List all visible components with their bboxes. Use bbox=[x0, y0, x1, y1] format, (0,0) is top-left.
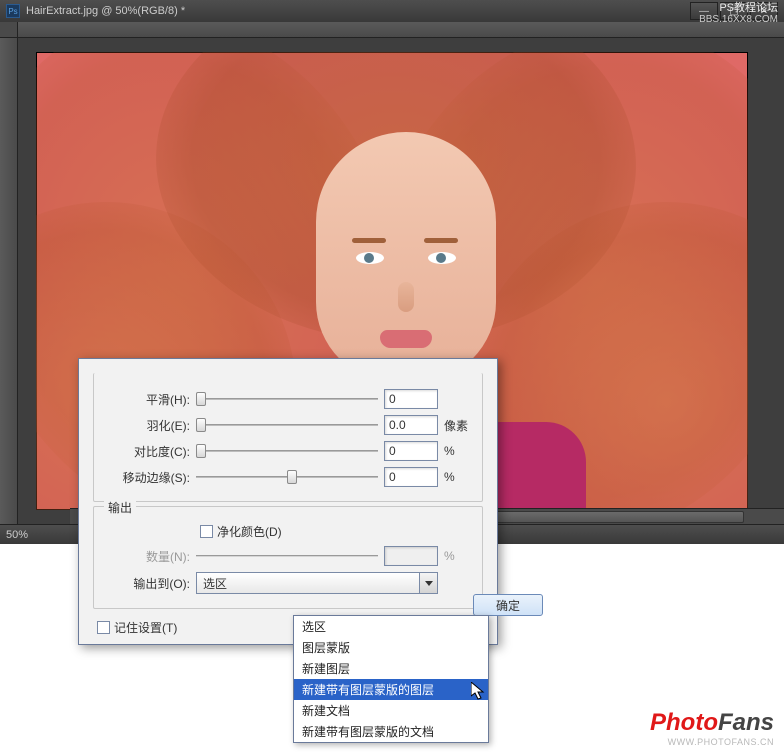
ok-button[interactable]: 确定 bbox=[473, 594, 543, 616]
ruler-corner bbox=[0, 22, 18, 38]
remember-label: 记住设置(T) bbox=[114, 619, 177, 636]
option-new-document[interactable]: 新建文档 bbox=[294, 700, 488, 721]
output-to-options: 选区 图层蒙版 新建图层 新建带有图层蒙版的图层 新建文档 新建带有图层蒙版的文… bbox=[293, 615, 489, 743]
ruler-vertical[interactable] bbox=[0, 38, 18, 524]
amount-label: 数量(N): bbox=[104, 548, 190, 565]
document-title: HairExtract.jpg @ 50%(RGB/8) * bbox=[26, 5, 185, 17]
titlebar: Ps HairExtract.jpg @ 50%(RGB/8) * — ▢ ✕ bbox=[0, 0, 784, 22]
option-selection[interactable]: 选区 bbox=[294, 616, 488, 637]
amount-value bbox=[384, 546, 438, 566]
ruler-horizontal[interactable] bbox=[18, 22, 784, 38]
watermark-logo: PhotoFans WWW.PHOTOFANS.CN bbox=[650, 709, 774, 747]
feather-label: 羽化(E): bbox=[104, 417, 190, 434]
feather-unit: 像素 bbox=[444, 417, 472, 434]
contrast-label: 对比度(C): bbox=[104, 443, 190, 460]
amount-unit: % bbox=[444, 549, 472, 563]
option-layer-mask[interactable]: 图层蒙版 bbox=[294, 637, 488, 658]
close-button[interactable]: ✕ bbox=[750, 2, 778, 20]
output-to-dropdown[interactable]: 选区 bbox=[196, 572, 438, 594]
amount-slider bbox=[196, 547, 378, 565]
shift-edge-label: 移动边缘(S): bbox=[104, 469, 190, 486]
shift-edge-value[interactable]: 0 bbox=[384, 467, 438, 487]
refine-edge-dialog: 平滑(H): 0 羽化(E): 0.0 像素 对比度(C): 0 % 移动边缘(… bbox=[78, 358, 498, 645]
decontaminate-checkbox[interactable]: 净化颜色(D) bbox=[200, 523, 282, 540]
feather-slider[interactable] bbox=[196, 416, 378, 434]
shift-edge-unit: % bbox=[444, 470, 472, 484]
maximize-button[interactable]: ▢ bbox=[720, 2, 748, 20]
output-to-selected: 选区 bbox=[203, 575, 227, 592]
checkbox-icon bbox=[200, 525, 213, 538]
output-to-label: 输出到(O): bbox=[104, 575, 190, 592]
chevron-down-icon bbox=[425, 581, 433, 586]
contrast-value[interactable]: 0 bbox=[384, 441, 438, 461]
adjust-edge-group: 平滑(H): 0 羽化(E): 0.0 像素 对比度(C): 0 % 移动边缘(… bbox=[93, 373, 483, 502]
app-icon: Ps bbox=[6, 4, 20, 18]
option-new-layer-with-mask[interactable]: 新建带有图层蒙版的图层 bbox=[294, 679, 488, 700]
logo-part2: Fans bbox=[718, 709, 774, 736]
contrast-slider[interactable] bbox=[196, 442, 378, 460]
decontaminate-label: 净化颜色(D) bbox=[217, 523, 282, 540]
option-new-document-with-mask[interactable]: 新建带有图层蒙版的文档 bbox=[294, 721, 488, 742]
feather-value[interactable]: 0.0 bbox=[384, 415, 438, 435]
contrast-unit: % bbox=[444, 444, 472, 458]
smooth-value[interactable]: 0 bbox=[384, 389, 438, 409]
option-new-layer[interactable]: 新建图层 bbox=[294, 658, 488, 679]
output-group: 输出 净化颜色(D) 数量(N): % 输出到(O): 选区 bbox=[93, 506, 483, 609]
image-face bbox=[316, 132, 496, 382]
zoom-level[interactable]: 50% bbox=[6, 529, 28, 541]
smooth-label: 平滑(H): bbox=[104, 391, 190, 408]
minimize-button[interactable]: — bbox=[690, 2, 718, 20]
logo-url: WWW.PHOTOFANS.CN bbox=[650, 737, 774, 747]
smooth-slider[interactable] bbox=[196, 390, 378, 408]
output-legend: 输出 bbox=[104, 499, 136, 516]
logo-part1: Photo bbox=[650, 709, 718, 736]
cursor-icon bbox=[471, 682, 487, 702]
checkbox-icon bbox=[97, 621, 110, 634]
dropdown-button[interactable] bbox=[419, 573, 437, 593]
shift-edge-slider[interactable] bbox=[196, 468, 378, 486]
